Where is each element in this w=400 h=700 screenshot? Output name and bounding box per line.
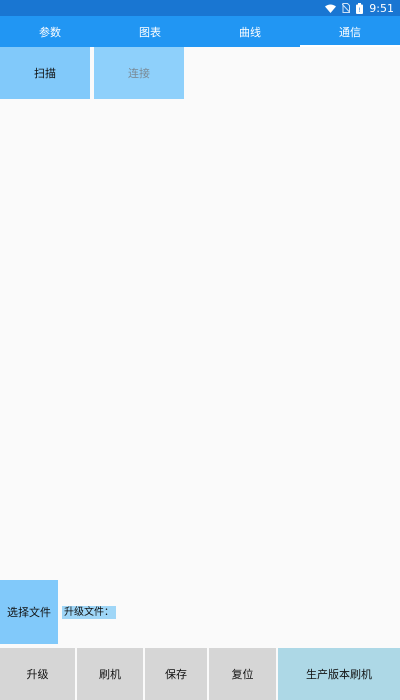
scan-button[interactable]: 扫描	[0, 47, 90, 99]
reset-button[interactable]: 复位	[209, 648, 276, 700]
tab-charts[interactable]: 图表	[100, 16, 200, 47]
svg-text:!: !	[359, 7, 361, 14]
connect-button[interactable]: 连接	[94, 47, 184, 99]
flash-button[interactable]: 刷机	[77, 648, 143, 700]
select-file-button[interactable]: 选择文件	[0, 580, 58, 644]
bottom-toolbar: 升级 刷机 保存 复位 生产版本刷机	[0, 648, 400, 700]
status-time: 9:51	[369, 1, 394, 15]
tab-bar: 参数 图表 曲线 通信	[0, 16, 400, 47]
wifi-icon	[325, 4, 337, 13]
tab-communication[interactable]: 通信	[300, 16, 400, 47]
upgrade-button[interactable]: 升级	[0, 648, 75, 700]
upgrade-file-label: 升级文件：	[62, 606, 116, 619]
tab-parameters[interactable]: 参数	[0, 16, 100, 47]
status-bar: ! 9:51	[0, 0, 400, 16]
battery-icon: !	[356, 2, 364, 14]
tab-curves[interactable]: 曲线	[200, 16, 300, 47]
production-flash-button[interactable]: 生产版本刷机	[278, 648, 400, 700]
no-sim-icon	[342, 3, 351, 13]
save-button[interactable]: 保存	[145, 648, 207, 700]
